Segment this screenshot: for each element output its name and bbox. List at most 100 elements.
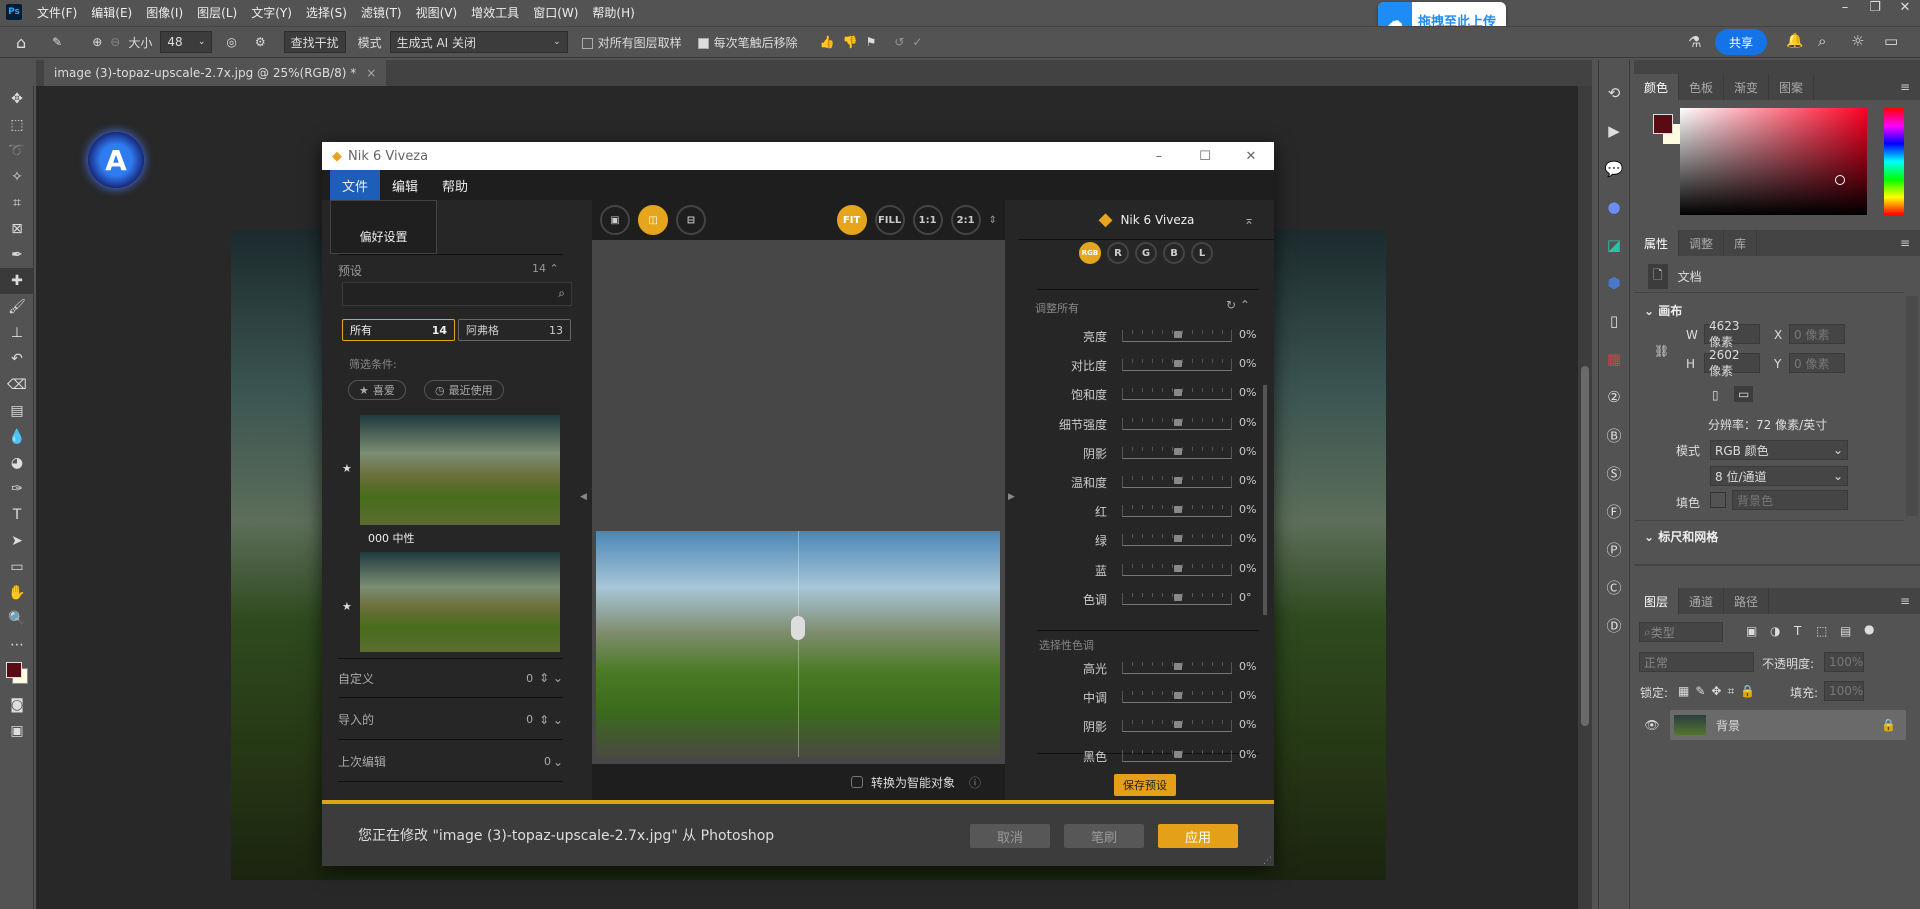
slider-knob[interactable] <box>1174 506 1182 514</box>
marquee-tool-icon[interactable]: ⬚ <box>0 112 34 138</box>
document-tab-close-icon[interactable]: × <box>366 66 376 80</box>
layer-filter-select[interactable]: ⌕ 类型 <box>1639 622 1723 642</box>
menu-item-preferences[interactable]: 偏好设置 <box>359 228 407 245</box>
remove-after-stroke-checkbox[interactable]: 每次笔触后移除 <box>697 34 798 51</box>
thumbs-up-icon[interactable]: 👍 <box>820 35 835 49</box>
plugin-2-icon[interactable]: ② <box>1599 378 1629 416</box>
left-panel-collapse-icon[interactable]: ◀ <box>580 492 587 502</box>
pressure-icon[interactable]: ◎ <box>226 35 236 49</box>
magic-wand-tool-icon[interactable]: ✧ <box>0 164 34 190</box>
workspace-icon[interactable]: ▭ <box>1884 32 1898 50</box>
split-view-icon[interactable]: ◫ <box>638 205 668 235</box>
mode-select[interactable]: 生成式 AI 关闭 ⌄ <box>389 31 568 53</box>
preset-thumbnail[interactable] <box>360 415 560 525</box>
width-input[interactable]: 4623 像素 <box>1704 319 1760 349</box>
filter-adjustment-icon[interactable]: ◑ <box>1770 624 1780 638</box>
thumbs-down-icon[interactable]: 👎 <box>843 35 858 49</box>
close-icon[interactable]: ✕ <box>1890 0 1920 22</box>
eyedropper-tool-icon[interactable]: ✒ <box>0 242 34 268</box>
gradient-tool-icon[interactable]: ▤ <box>0 398 34 424</box>
slider-knob[interactable] <box>1174 535 1182 543</box>
size-input[interactable]: 48 ⌄ <box>160 31 213 53</box>
tab-channels[interactable]: 通道 <box>1679 588 1725 614</box>
preview-image[interactable] <box>596 531 1000 757</box>
slider-knob[interactable] <box>1174 360 1182 368</box>
tab-layers[interactable]: 图层 <box>1634 588 1680 614</box>
collapse-top-icon[interactable]: ⌅ <box>1244 213 1254 227</box>
home-icon[interactable]: ⌂ <box>16 33 26 52</box>
settings-gear-icon[interactable]: ⚙ <box>255 35 266 49</box>
side-by-side-view-icon[interactable]: ⊟ <box>676 205 706 235</box>
lock-icons[interactable]: ▦✎✥⌗🔒 <box>1678 684 1761 699</box>
slider-knob[interactable] <box>1174 447 1182 455</box>
filter-pixel-icon[interactable]: ▣ <box>1746 624 1757 638</box>
menu-type[interactable]: 文字(Y) <box>244 4 299 21</box>
tab-patterns[interactable]: 图案 <box>1769 74 1815 100</box>
zoom-tool-icon[interactable]: 🔍 <box>0 606 34 632</box>
actions-play-icon[interactable]: ▶ <box>1599 112 1629 150</box>
slider-track[interactable] <box>1122 592 1232 605</box>
filter-toggle-icon[interactable]: ● <box>1864 622 1874 636</box>
link-dimensions-icon[interactable]: ⛓ <box>1654 344 1669 358</box>
flag-icon[interactable]: ⚑ <box>866 35 877 49</box>
channel-rgb-button[interactable]: RGB <box>1079 242 1101 264</box>
right-panel-collapse-icon[interactable]: ▶ <box>1008 492 1015 502</box>
screen-mode-icon[interactable]: ▣ <box>0 718 34 744</box>
menu-select[interactable]: 选择(S) <box>299 4 354 21</box>
menu-window[interactable]: 窗口(W) <box>526 4 585 21</box>
section-last-edit[interactable]: 上次编辑 0 ⌄ <box>338 742 563 782</box>
healing-brush-tool-icon[interactable]: ✚ <box>0 268 34 294</box>
floating-a-app-icon[interactable]: A <box>88 132 144 188</box>
foreground-color-swatch[interactable] <box>6 662 22 678</box>
filter-afg-button[interactable]: 阿弗格 13 <box>458 319 571 341</box>
plugin-globe-icon[interactable]: ● <box>1599 188 1629 226</box>
tab-paths[interactable]: 路径 <box>1724 588 1770 614</box>
find-distractions-button[interactable]: 查找干扰 <box>283 31 346 53</box>
path-select-tool-icon[interactable]: ➤ <box>0 528 34 554</box>
channel-r-button[interactable]: R <box>1107 242 1129 264</box>
smart-object-checkbox[interactable] <box>850 776 863 788</box>
filter-smart-object-icon[interactable]: ▤ <box>1840 624 1851 638</box>
hand-tool-icon[interactable]: ✋ <box>0 580 34 606</box>
plugin-p-icon[interactable]: ▯ <box>1599 302 1629 340</box>
panel-menu-icon[interactable]: ≡ <box>1890 588 1920 614</box>
channel-b-button[interactable]: B <box>1163 242 1185 264</box>
plugin-img-icon[interactable]: ▦ <box>1599 340 1629 378</box>
rectangle-tool-icon[interactable]: ▭ <box>0 554 34 580</box>
recent-filter-button[interactable]: ◷ 最近使用 <box>424 380 504 400</box>
split-divider[interactable] <box>798 531 799 757</box>
preset-thumbnail[interactable] <box>360 552 560 652</box>
plugin-c-icon[interactable]: Ⓒ <box>1599 568 1629 606</box>
add-brush-icon[interactable]: ⊕ <box>92 35 102 49</box>
slider-track[interactable] <box>1122 359 1232 372</box>
slider-knob[interactable] <box>1174 418 1182 426</box>
section-custom[interactable]: 自定义 0 ⇕ ⌄ <box>338 658 563 698</box>
type-tool-icon[interactable]: T <box>0 502 34 528</box>
brush-tool-icon[interactable]: 🖌 <box>0 294 34 320</box>
eraser-tool-icon[interactable]: ⌫ <box>0 372 34 398</box>
slider-knob[interactable] <box>1174 593 1182 601</box>
remove-tool-icon[interactable]: ✎ <box>52 35 62 49</box>
commit-check-icon[interactable]: ✓ <box>912 35 922 49</box>
hue-slider[interactable] <box>1884 108 1904 215</box>
slider-knob[interactable] <box>1174 477 1182 484</box>
slider-knob[interactable] <box>1174 564 1182 572</box>
lasso-tool-icon[interactable]: ➰ <box>0 138 34 164</box>
slider-knob[interactable] <box>1174 721 1182 729</box>
color-swatches[interactable] <box>0 658 33 692</box>
split-handle[interactable] <box>791 616 805 640</box>
tab-adjustments[interactable]: 调整 <box>1679 230 1725 256</box>
presets-collapse[interactable]: 14 ⌃ <box>532 262 559 275</box>
section-imported[interactable]: 导入的 0 ⇕ ⌄ <box>338 700 563 740</box>
properties-scrollbar[interactable] <box>1906 296 1918 516</box>
slider-track[interactable] <box>1122 563 1232 576</box>
nik-menu-edit[interactable]: 编辑 <box>380 170 430 200</box>
zoom-fill-button[interactable]: FILL <box>874 205 905 235</box>
color-mode-select[interactable]: RGB 颜色 ⌄ <box>1710 440 1848 460</box>
adjust-scrollbar[interactable] <box>1263 385 1267 615</box>
plugin-s-icon[interactable]: Ⓢ <box>1599 454 1629 492</box>
slider-track[interactable] <box>1122 662 1232 674</box>
pen-tool-icon[interactable]: ✑ <box>0 476 34 502</box>
channel-l-button[interactable]: L <box>1191 242 1213 264</box>
height-input[interactable]: 2602 像素 <box>1704 348 1760 378</box>
